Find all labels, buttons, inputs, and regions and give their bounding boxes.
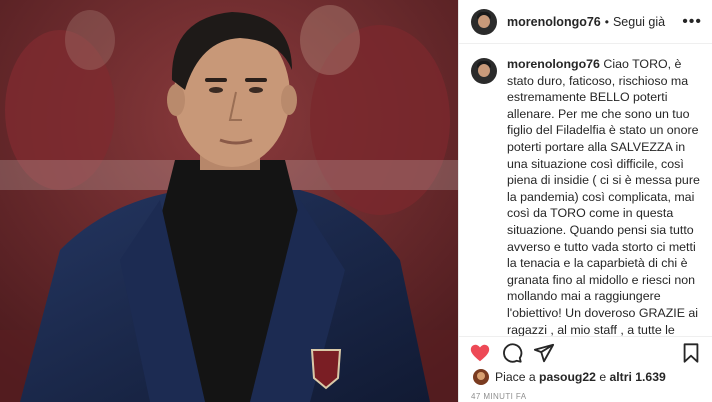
caption-body: Ciao TORO, è stato duro, faticoso, risch…: [507, 57, 700, 336]
likes-summary[interactable]: Piace a pasoug22 e altri 1.639: [473, 369, 666, 385]
caption-avatar[interactable]: [471, 58, 497, 84]
likes-conjunction: e: [599, 370, 607, 384]
following-button[interactable]: Segui già: [613, 15, 665, 29]
author-username[interactable]: morenolongo76: [507, 15, 601, 29]
comment-icon[interactable]: [501, 342, 523, 364]
bookmark-icon[interactable]: [680, 342, 702, 364]
post-photo[interactable]: [0, 0, 458, 402]
post-timestamp: 47 minuti fa: [471, 392, 527, 401]
liker-username[interactable]: pasoug22: [539, 370, 596, 384]
liker-avatar: [473, 369, 489, 385]
likes-prefix: Piace a: [495, 370, 536, 384]
likes-count[interactable]: altri 1.639: [610, 370, 666, 384]
coach-photo-illustration: [0, 0, 458, 402]
separator-dot: •: [604, 14, 609, 29]
caption-text: morenolongo76 Ciao TORO, è stato duro, f…: [507, 56, 702, 336]
caption-username[interactable]: morenolongo76: [507, 57, 600, 71]
author-avatar[interactable]: [471, 8, 497, 35]
share-icon[interactable]: [533, 342, 555, 364]
more-options-icon[interactable]: •••: [682, 13, 702, 31]
post-header: morenolongo76 • Segui già •••: [459, 0, 712, 44]
action-bar: [459, 336, 712, 368]
caption-section: morenolongo76 Ciao TORO, è stato duro, f…: [459, 44, 712, 336]
post-side-panel: morenolongo76 • Segui già ••• morenolong…: [458, 0, 712, 402]
heart-filled-icon[interactable]: [469, 342, 491, 364]
